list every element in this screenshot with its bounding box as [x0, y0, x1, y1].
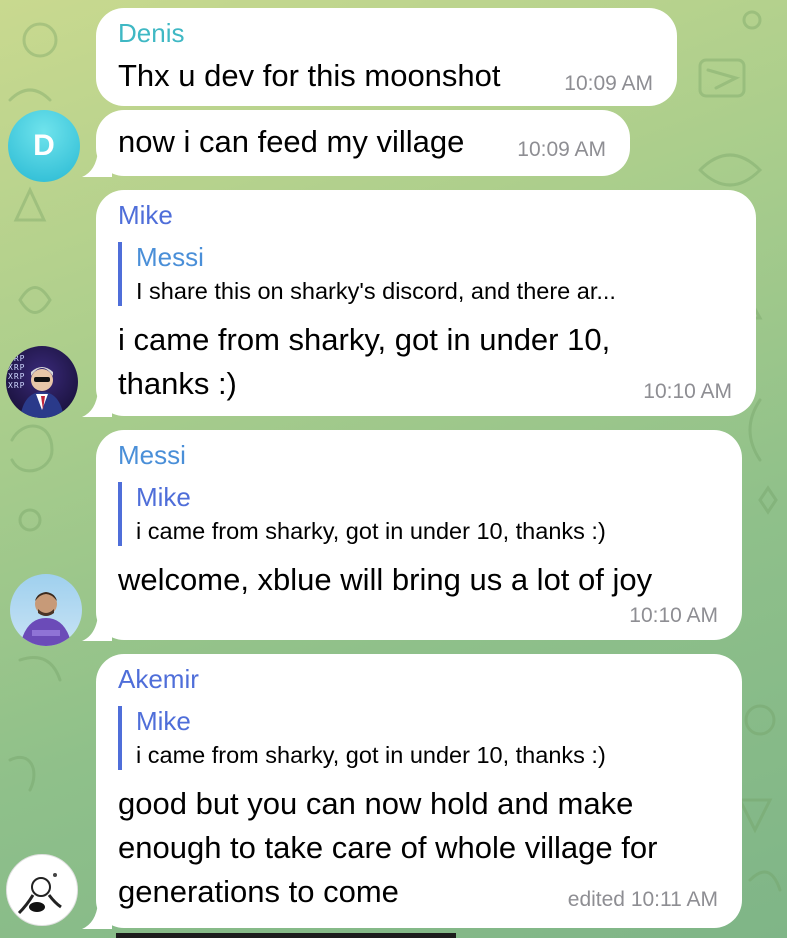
sender-name[interactable]: Mike — [118, 200, 173, 230]
message-bubble[interactable]: now i can feed my village 10:09 AM — [82, 110, 630, 177]
sender-name[interactable]: Denis — [118, 18, 184, 48]
reply-quote[interactable]: Messi I share this on sharky's discord, … — [118, 242, 616, 306]
message-bubble[interactable]: Akemir Mike i came from sharky, got in u… — [82, 654, 742, 929]
message-time: 10:09 AM — [564, 72, 653, 95]
bubble-tail — [82, 615, 112, 641]
reply-sender-name: Mike — [136, 706, 191, 736]
avatar-letter: D — [33, 129, 55, 162]
football-player-icon — [20, 592, 72, 646]
reply-snippet: i came from sharky, got in under 10, tha… — [136, 518, 606, 544]
avatar-messi[interactable] — [10, 574, 82, 646]
avatar-akemir[interactable] — [6, 854, 78, 926]
avatar-denis[interactable]: D — [8, 110, 80, 182]
bottom-divider — [116, 933, 456, 938]
message-bubble[interactable]: Mike Messi I share this on sharky's disc… — [82, 190, 756, 417]
message-text: now i can feed my village — [118, 124, 465, 159]
reply-quote[interactable]: Mike i came from sharky, got in under 10… — [118, 706, 606, 770]
reply-sender-name: Messi — [136, 242, 204, 272]
sender-name[interactable]: Messi — [118, 440, 186, 470]
bubble-tail — [82, 903, 112, 929]
bubble-tail — [82, 391, 112, 417]
message-time: edited 10:11 AM — [567, 888, 718, 911]
astronaut-icon — [17, 873, 62, 915]
message-text: Thx u dev for this moonshot — [118, 58, 501, 93]
message-time: 10:10 AM — [629, 604, 718, 627]
reply-snippet: i came from sharky, got in under 10, tha… — [136, 742, 606, 768]
message-text: i came from sharky, got in under 10, tha… — [118, 322, 611, 401]
message-bubble[interactable]: Denis Thx u dev for this moonshot 10:09 … — [96, 8, 677, 106]
message-time: 10:09 AM — [517, 138, 606, 161]
reply-snippet: I share this on sharky's discord, and th… — [136, 278, 616, 304]
message-bubble[interactable]: Messi Mike i came from sharky, got in un… — [82, 430, 742, 641]
bubble-tail — [82, 151, 112, 177]
message-text: welcome, xblue will bring us a lot of jo… — [118, 562, 653, 597]
reply-sender-name: Mike — [136, 482, 191, 512]
message-time: 10:10 AM — [643, 380, 732, 403]
avatar-xrp-text: XRP XRP XRP XRP — [8, 354, 26, 390]
sender-name[interactable]: Akemir — [118, 664, 199, 694]
reply-quote[interactable]: Mike i came from sharky, got in under 10… — [118, 482, 606, 546]
avatar-mike[interactable]: XRP XRP XRP XRP — [6, 346, 78, 418]
